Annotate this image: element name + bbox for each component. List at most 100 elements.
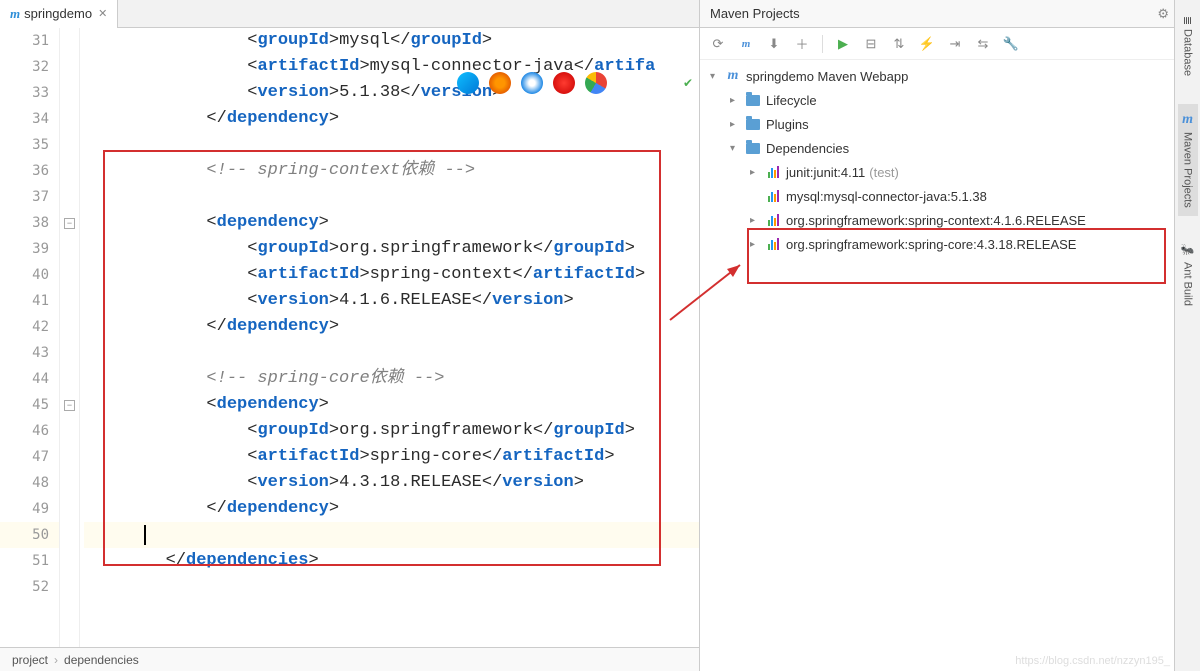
chrome-icon xyxy=(585,72,607,94)
code-line[interactable] xyxy=(84,132,699,158)
fold-minus-icon[interactable]: − xyxy=(64,218,75,229)
code-line[interactable]: </dependency> xyxy=(84,496,699,522)
code-line[interactable]: <dependency> xyxy=(84,392,699,418)
right-sidebar: ≣ Database m Maven Projects 🐜 Ant Build xyxy=(1174,0,1200,671)
maven-m-icon: m xyxy=(1182,112,1193,128)
tab-label: springdemo xyxy=(24,6,92,21)
maven-tree[interactable]: ▾ m springdemo Maven Webapp ▸ Lifecycle … xyxy=(700,60,1200,671)
line-number: 33 xyxy=(0,80,59,106)
tree-dep-spring-context[interactable]: ▸ org.springframework:spring-context:4.1… xyxy=(700,208,1200,232)
folder-icon xyxy=(746,95,760,106)
chevron-right-icon[interactable]: ▸ xyxy=(750,239,764,250)
folder-icon xyxy=(746,143,760,154)
editor-pane: m springdemo ✕ 3132333435363738394041424… xyxy=(0,0,700,671)
execute-goal-icon[interactable]: ⊟ xyxy=(863,36,879,52)
editor-body[interactable]: 3132333435363738394041424344454647484950… xyxy=(0,28,699,647)
crumb-project[interactable]: project xyxy=(12,653,48,667)
line-number-gutter: 3132333435363738394041424344454647484950… xyxy=(0,28,60,647)
close-icon[interactable]: ✕ xyxy=(98,7,107,20)
edge-icon xyxy=(457,72,479,94)
panel-title: Maven Projects xyxy=(710,6,800,21)
line-number: 39 xyxy=(0,236,59,262)
library-icon xyxy=(768,166,779,178)
refresh-icon[interactable]: ⟳ xyxy=(710,36,726,52)
maven-m-icon: m xyxy=(10,6,20,22)
code-line[interactable] xyxy=(84,522,699,548)
breadcrumb[interactable]: project › dependencies xyxy=(0,647,699,671)
fold-column: − − xyxy=(60,28,80,647)
safari-icon xyxy=(521,72,543,94)
text-cursor xyxy=(144,525,146,545)
settings-icon[interactable]: 🔧 xyxy=(1003,36,1019,52)
separator xyxy=(822,35,823,53)
code-line[interactable]: <groupId>org.springframework</groupId> xyxy=(84,418,699,444)
line-number: 41 xyxy=(0,288,59,314)
code-line[interactable]: <dependency> xyxy=(84,210,699,236)
tree-lifecycle[interactable]: ▸ Lifecycle xyxy=(700,88,1200,112)
library-icon xyxy=(768,214,779,226)
toggle-offline-icon[interactable]: ⇅ xyxy=(891,36,907,52)
code-line[interactable] xyxy=(84,184,699,210)
line-number: 37 xyxy=(0,184,59,210)
inspection-ok-icon: ✔ xyxy=(683,76,693,84)
line-number: 49 xyxy=(0,496,59,522)
line-number: 40 xyxy=(0,262,59,288)
line-number: 50 xyxy=(0,522,59,548)
code-area[interactable]: <groupId>mysql</groupId> <artifactId>mys… xyxy=(80,28,699,647)
sidebar-tab-maven[interactable]: m Maven Projects xyxy=(1178,104,1198,216)
skip-tests-icon[interactable]: ⚡ xyxy=(919,36,935,52)
collapse-all-icon[interactable]: ⇥ xyxy=(947,36,963,52)
chevron-right-icon[interactable]: ▸ xyxy=(730,95,744,106)
code-line[interactable]: <artifactId>spring-context</artifactId> xyxy=(84,262,699,288)
crumb-dependencies[interactable]: dependencies xyxy=(64,653,139,667)
library-icon xyxy=(768,190,779,202)
code-line[interactable]: <version>4.1.6.RELEASE</version> xyxy=(84,288,699,314)
code-line[interactable]: </dependency> xyxy=(84,106,699,132)
chevron-right-icon[interactable]: ▸ xyxy=(750,167,764,178)
show-dependencies-icon[interactable]: ⇆ xyxy=(975,36,991,52)
maven-toolbar: ⟳ m ⬇ ＋ ▶ ⊟ ⇅ ⚡ ⇥ ⇆ 🔧 xyxy=(700,28,1200,60)
code-line[interactable]: <!-- spring-context依赖 --> xyxy=(84,158,699,184)
code-line[interactable]: <version>4.3.18.RELEASE</version> xyxy=(84,470,699,496)
maven-panel-header: Maven Projects ⚙ — xyxy=(700,0,1200,28)
fold-minus-icon[interactable]: − xyxy=(64,400,75,411)
line-number: 36 xyxy=(0,158,59,184)
watermark: https://blog.csdn.net/nzzyn195_ xyxy=(1015,655,1170,667)
tree-dependencies[interactable]: ▾ Dependencies xyxy=(700,136,1200,160)
code-line[interactable]: <!-- spring-core依赖 --> xyxy=(84,366,699,392)
chevron-right-icon[interactable]: ▸ xyxy=(730,119,744,130)
download-icon[interactable]: ⬇ xyxy=(766,36,782,52)
code-line[interactable]: <groupId>org.springframework</groupId> xyxy=(84,236,699,262)
tree-root[interactable]: ▾ m springdemo Maven Webapp xyxy=(700,64,1200,88)
generate-sources-icon[interactable]: m xyxy=(738,36,754,52)
add-icon[interactable]: ＋ xyxy=(794,36,810,52)
line-number: 44 xyxy=(0,366,59,392)
code-line[interactable]: </dependencies> xyxy=(84,548,699,574)
line-number: 43 xyxy=(0,340,59,366)
opera-icon xyxy=(553,72,575,94)
sidebar-tab-ant[interactable]: 🐜 Ant Build xyxy=(1177,236,1198,313)
code-line[interactable] xyxy=(84,574,699,600)
folder-icon xyxy=(746,119,760,130)
chevron-down-icon[interactable]: ▾ xyxy=(730,143,744,154)
code-line[interactable]: <artifactId>spring-core</artifactId> xyxy=(84,444,699,470)
tree-dep-junit[interactable]: ▸ junit:junit:4.11 (test) xyxy=(700,160,1200,184)
chevron-right-icon: › xyxy=(54,653,58,667)
maven-projects-panel: Maven Projects ⚙ — ⟳ m ⬇ ＋ ▶ ⊟ ⇅ ⚡ ⇥ ⇆ 🔧… xyxy=(700,0,1200,671)
editor-tab-springdemo[interactable]: m springdemo ✕ xyxy=(0,0,118,28)
taskbar-browser-icons xyxy=(457,72,607,94)
sidebar-tab-database[interactable]: ≣ Database xyxy=(1177,8,1198,84)
code-line[interactable]: </dependency> xyxy=(84,314,699,340)
run-icon[interactable]: ▶ xyxy=(835,36,851,52)
ant-icon: 🐜 xyxy=(1181,244,1194,257)
tree-dep-mysql[interactable]: mysql:mysql-connector-java:5.1.38 xyxy=(700,184,1200,208)
line-number: 32 xyxy=(0,54,59,80)
tree-dep-spring-core[interactable]: ▸ org.springframework:spring-core:4.3.18… xyxy=(700,232,1200,256)
chevron-right-icon[interactable]: ▸ xyxy=(750,215,764,226)
code-line[interactable] xyxy=(84,340,699,366)
tree-plugins[interactable]: ▸ Plugins xyxy=(700,112,1200,136)
line-number: 42 xyxy=(0,314,59,340)
chevron-down-icon[interactable]: ▾ xyxy=(710,71,724,82)
gear-icon[interactable]: ⚙ xyxy=(1157,6,1169,22)
code-line[interactable]: <groupId>mysql</groupId> xyxy=(84,28,699,54)
